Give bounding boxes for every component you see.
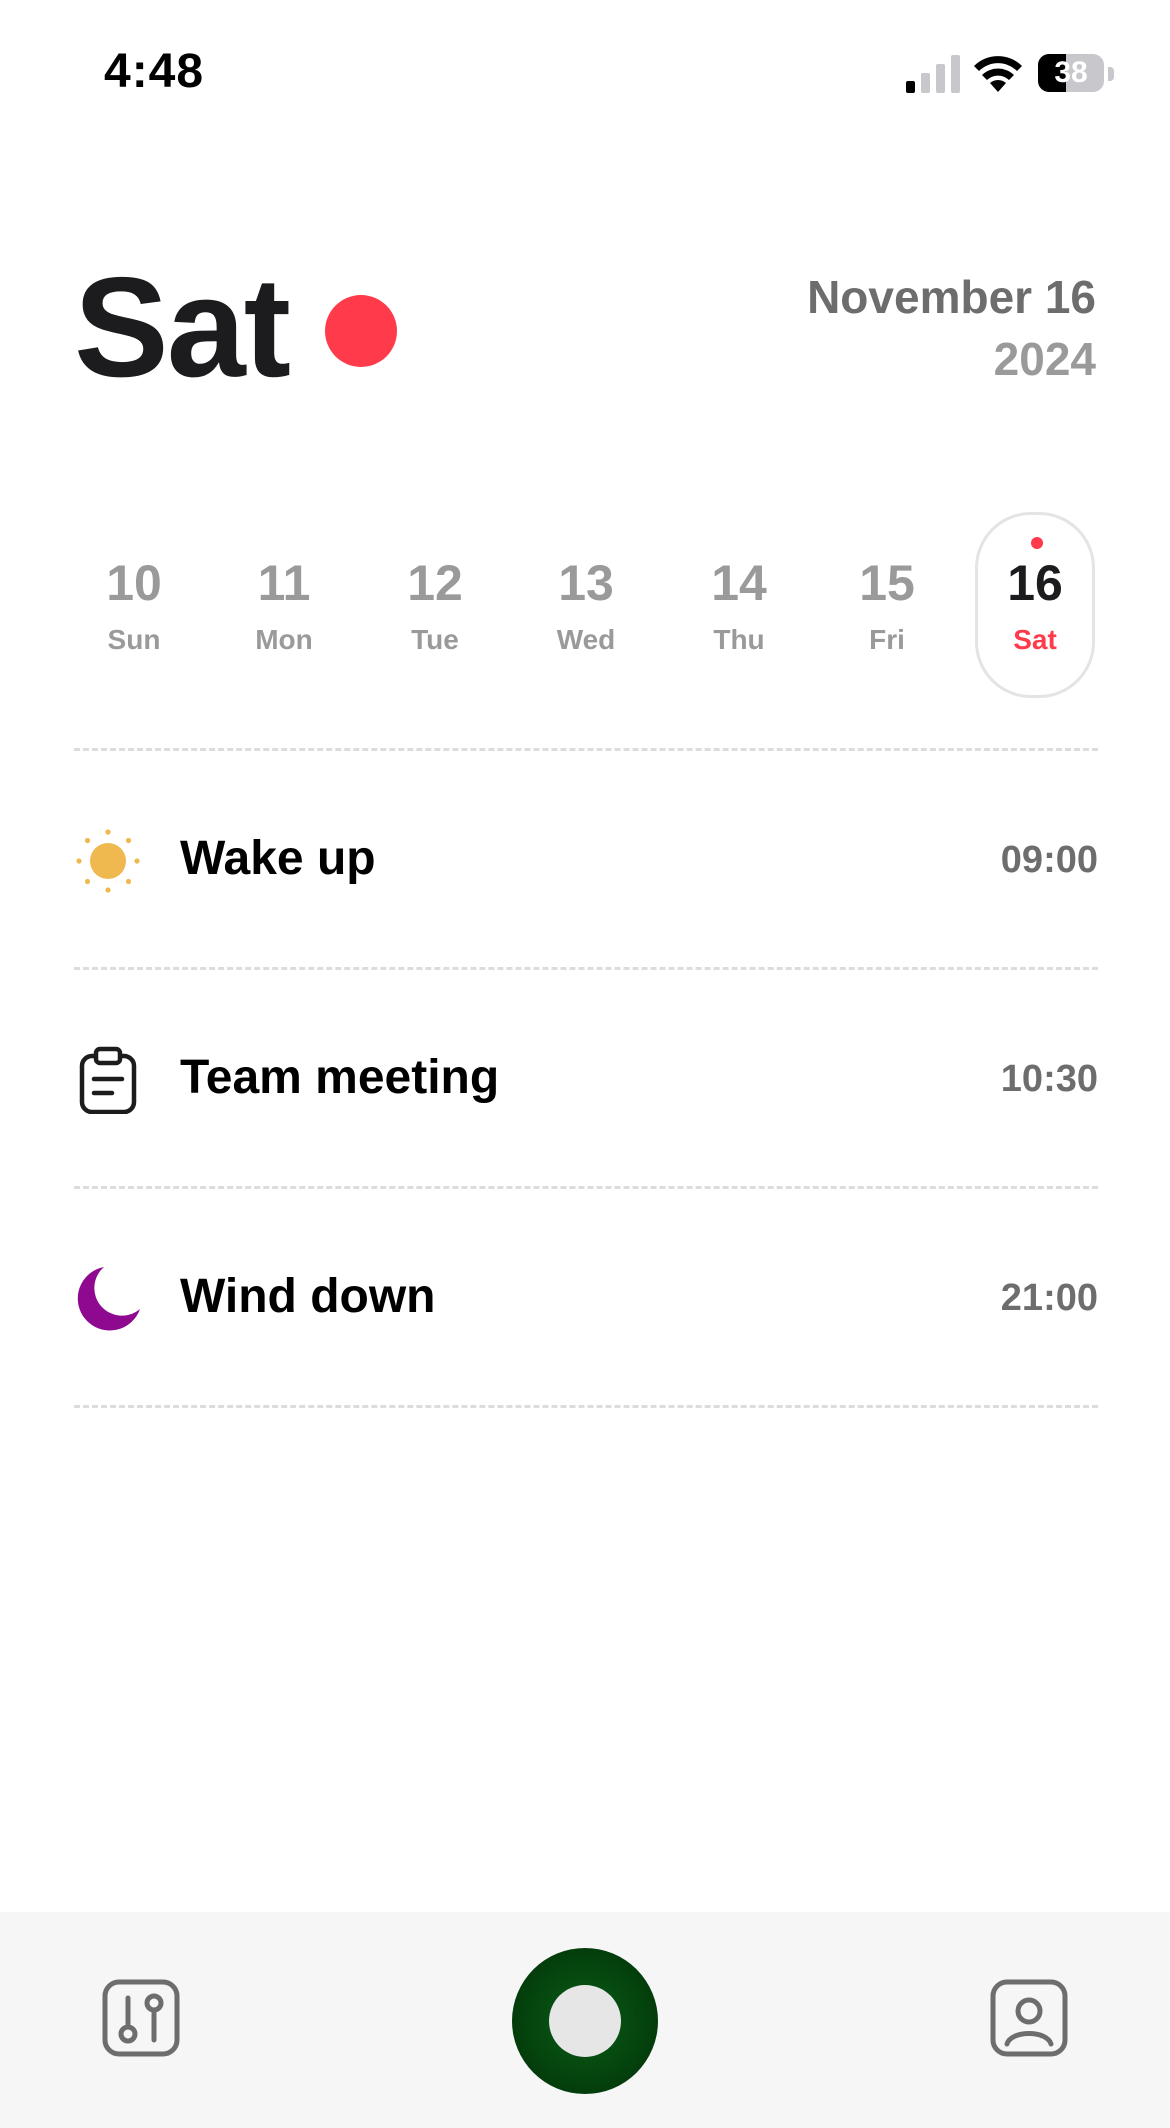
week-day-name: Sat	[1013, 624, 1057, 655]
week-day-number: 11	[257, 555, 311, 611]
week-day-sun[interactable]: 10 Sun	[74, 512, 194, 698]
week-day-number: 15	[859, 555, 915, 611]
week-day-number: 10	[106, 555, 162, 611]
cellular-signal-icon	[906, 55, 960, 93]
settings-sliders-icon[interactable]	[101, 1978, 181, 2058]
status-time: 4:48	[104, 45, 205, 98]
battery-body: 38	[1038, 54, 1104, 92]
week-strip: 10 Sun 11 Mon 12 Tue 13 Wed 14 Thu 15 Fr…	[74, 512, 1096, 698]
week-day-name: Mon	[255, 624, 313, 655]
battery-percentage: 38	[1054, 56, 1088, 89]
event-row-wake-up[interactable]: Wake up 09:00	[74, 751, 1098, 967]
bottom-tab-bar	[0, 1912, 1170, 2128]
week-day-mon[interactable]: 11 Mon	[224, 512, 344, 698]
week-day-name: Thu	[713, 624, 765, 655]
event-time: 09:00	[1000, 839, 1098, 881]
selected-day-dot	[1031, 537, 1043, 549]
week-day-number: 12	[407, 555, 463, 611]
week-day-fri[interactable]: 15 Fri	[827, 512, 947, 698]
event-row-team-meeting[interactable]: Team meeting 10:30	[74, 970, 1098, 1186]
event-time: 21:00	[1000, 1277, 1098, 1319]
date-year: 2024	[993, 333, 1096, 385]
event-time: 10:30	[1000, 1058, 1098, 1100]
event-title: Wake up	[180, 832, 376, 885]
week-day-name: Fri	[869, 624, 905, 655]
week-day-number: 13	[558, 555, 614, 611]
profile-icon[interactable]	[989, 1978, 1069, 2058]
battery-icon: 38	[1038, 52, 1114, 96]
divider	[74, 1405, 1098, 1408]
calendar-screen: 4:48 38 Sat November 16 2024 10 Sun 11 M…	[0, 0, 1170, 2128]
week-day-name: Wed	[556, 624, 616, 655]
status-bar: 4:48 38	[0, 0, 1170, 150]
record-button-inner	[549, 1985, 621, 2057]
week-day-wed[interactable]: 13 Wed	[526, 512, 646, 698]
week-day-sat-selected[interactable]: 16 Sat	[975, 512, 1095, 698]
week-day-name: Sun	[107, 624, 161, 655]
event-title: Team meeting	[180, 1051, 500, 1104]
event-row-wind-down[interactable]: Wind down 21:00	[74, 1189, 1098, 1405]
sun-icon	[76, 829, 140, 893]
battery-cap	[1108, 67, 1114, 81]
wifi-icon	[974, 56, 1022, 92]
event-title: Wind down	[180, 1270, 436, 1323]
week-day-number: 16	[1007, 555, 1063, 611]
week-day-thu[interactable]: 14 Thu	[679, 512, 799, 698]
week-day-name: Tue	[411, 624, 459, 655]
week-day-number: 14	[711, 555, 767, 611]
moon-icon	[77, 1267, 140, 1331]
week-day-tue[interactable]: 12 Tue	[375, 512, 495, 698]
today-indicator-dot	[325, 295, 397, 367]
date-month-day: November 16	[807, 271, 1096, 323]
day-name-title: Sat	[74, 248, 291, 407]
record-button[interactable]	[512, 1948, 658, 2094]
clipboard-icon	[79, 1046, 137, 1114]
